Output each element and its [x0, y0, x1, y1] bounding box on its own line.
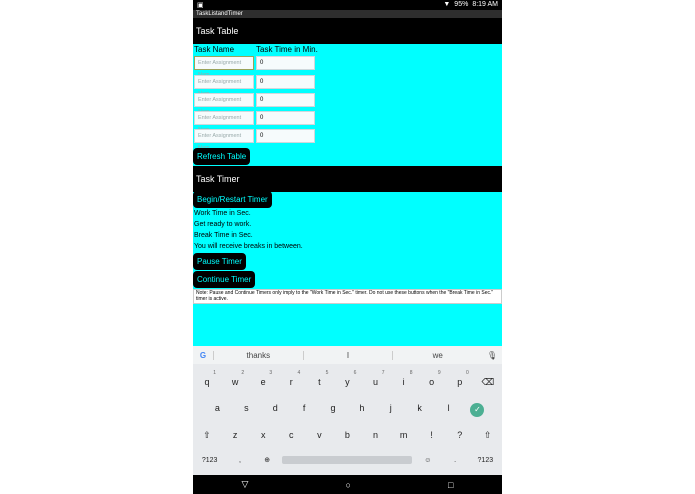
task-timer-header: Task Timer	[193, 166, 502, 192]
soft-keyboard: G thanks I we 🎙 1q 2w 3e 4r 5t 6y 7u 8i …	[193, 346, 502, 475]
breaks-info: You will receive breaks in between.	[194, 243, 303, 250]
pause-timer-button[interactable]: Pause Timer	[193, 253, 246, 270]
emoji-icon[interactable]: ☺	[416, 457, 440, 464]
key-exclamation[interactable]: !	[420, 430, 444, 441]
key-row-4: ?123 , ⊕ ☺ . ?123	[193, 456, 502, 464]
key-h[interactable]: h	[350, 403, 374, 417]
check-icon: ✓	[470, 403, 485, 417]
key-g[interactable]: g	[321, 403, 345, 417]
back-icon[interactable]: ▽	[242, 479, 249, 490]
task-name-column-header: Task Name	[194, 45, 235, 54]
backspace-icon[interactable]: ⌫	[476, 377, 500, 388]
key-d[interactable]: d	[263, 403, 287, 417]
status-bar: ▣ ▼ 95% 8:19 AM	[193, 0, 502, 10]
key-i[interactable]: 8i	[392, 370, 416, 388]
clock: 8:19 AM	[472, 1, 498, 8]
task-time-input-2[interactable]: 0	[256, 75, 315, 89]
microphone-icon[interactable]: 🎙	[482, 351, 502, 360]
assignment-name-input-3[interactable]: Enter Assignment Nam	[194, 93, 254, 115]
navigation-bar: ▽ ○ □	[193, 475, 502, 494]
key-e[interactable]: 3e	[251, 370, 275, 388]
key-a[interactable]: a	[205, 403, 229, 417]
key-row-2: a s d f g h j k l ✓	[193, 403, 502, 417]
key-t[interactable]: 5t	[307, 370, 331, 388]
wifi-icon: ▼	[443, 1, 451, 8]
symbols-key[interactable]: ?123	[195, 457, 225, 464]
status-message: Get ready to work.	[194, 221, 252, 228]
assignment-name-input-2[interactable]: Enter Assignment Nam	[194, 75, 254, 97]
notification-icon: ▣	[197, 2, 204, 9]
home-icon[interactable]: ○	[346, 480, 351, 490]
recents-icon[interactable]: □	[448, 480, 453, 490]
assignment-name-input-5[interactable]: Enter Assignment Nam	[194, 129, 254, 151]
task-time-input-3[interactable]: 0	[256, 93, 315, 107]
key-f[interactable]: f	[292, 403, 316, 417]
suggestion-bar: G thanks I we 🎙	[193, 346, 502, 364]
globe-icon[interactable]: ⊕	[255, 456, 279, 464]
key-w[interactable]: 2w	[223, 370, 247, 388]
task-time-input-4[interactable]: 0	[256, 111, 315, 125]
key-question[interactable]: ?	[448, 430, 472, 441]
battery-text: 95%	[454, 1, 469, 8]
task-time-input-1[interactable]: 0	[256, 56, 315, 70]
shift-icon-right[interactable]: ⇧	[476, 430, 500, 441]
space-bar[interactable]	[282, 456, 413, 464]
begin-restart-timer-button[interactable]: Begin/Restart Timer	[193, 191, 272, 208]
enter-key[interactable]: ✓	[465, 403, 489, 417]
key-l[interactable]: l	[437, 403, 461, 417]
key-j[interactable]: j	[379, 403, 403, 417]
continue-timer-button[interactable]: Continue Timer	[193, 271, 256, 288]
key-r[interactable]: 4r	[279, 370, 303, 388]
task-table-header: Task Table	[193, 18, 502, 44]
key-o[interactable]: 9o	[420, 370, 444, 388]
shift-icon[interactable]: ⇧	[195, 430, 219, 441]
key-comma[interactable]: ,	[228, 457, 252, 464]
key-n[interactable]: n	[364, 430, 388, 441]
work-time-label: Work Time in Sec.	[194, 210, 251, 217]
key-v[interactable]: v	[307, 430, 331, 441]
key-y[interactable]: 6y	[335, 370, 359, 388]
suggestion-2[interactable]: I	[302, 350, 393, 360]
task-time-column-header: Task Time in Min.	[256, 45, 318, 54]
suggestion-1[interactable]: thanks	[213, 350, 303, 360]
key-z[interactable]: z	[223, 430, 247, 441]
task-time-input-5[interactable]: 0	[256, 129, 315, 143]
app-content: Task Table Task Name Task Time in Min. E…	[193, 18, 502, 346]
timer-note: Note: Pause and Continue Timers only imp…	[193, 289, 502, 304]
key-s[interactable]: s	[234, 403, 258, 417]
assignment-name-input-1[interactable]: Enter Assignment Nam	[194, 56, 254, 78]
key-period[interactable]: .	[443, 457, 467, 464]
key-x[interactable]: x	[251, 430, 275, 441]
refresh-table-button[interactable]: Refresh Table	[193, 148, 251, 165]
key-k[interactable]: k	[408, 403, 432, 417]
key-u[interactable]: 7u	[364, 370, 388, 388]
assignment-name-input-4[interactable]: Enter Assignment Nam	[194, 111, 254, 133]
key-row-3: ⇧ z x c v b n m ! ? ⇧	[193, 430, 502, 441]
key-p[interactable]: 0p	[448, 370, 472, 388]
google-icon[interactable]: G	[193, 351, 213, 360]
key-row-1: 1q 2w 3e 4r 5t 6y 7u 8i 9o 0p ⌫	[193, 370, 502, 388]
key-b[interactable]: b	[335, 430, 359, 441]
key-c[interactable]: c	[279, 430, 303, 441]
key-q[interactable]: 1q	[195, 370, 219, 388]
suggestion-3[interactable]: we	[392, 350, 482, 360]
app-title: TaskListandTimer	[193, 10, 502, 18]
symbols-key-right[interactable]: ?123	[470, 457, 500, 464]
break-time-label: Break Time in Sec.	[194, 232, 253, 239]
key-m[interactable]: m	[392, 430, 416, 441]
